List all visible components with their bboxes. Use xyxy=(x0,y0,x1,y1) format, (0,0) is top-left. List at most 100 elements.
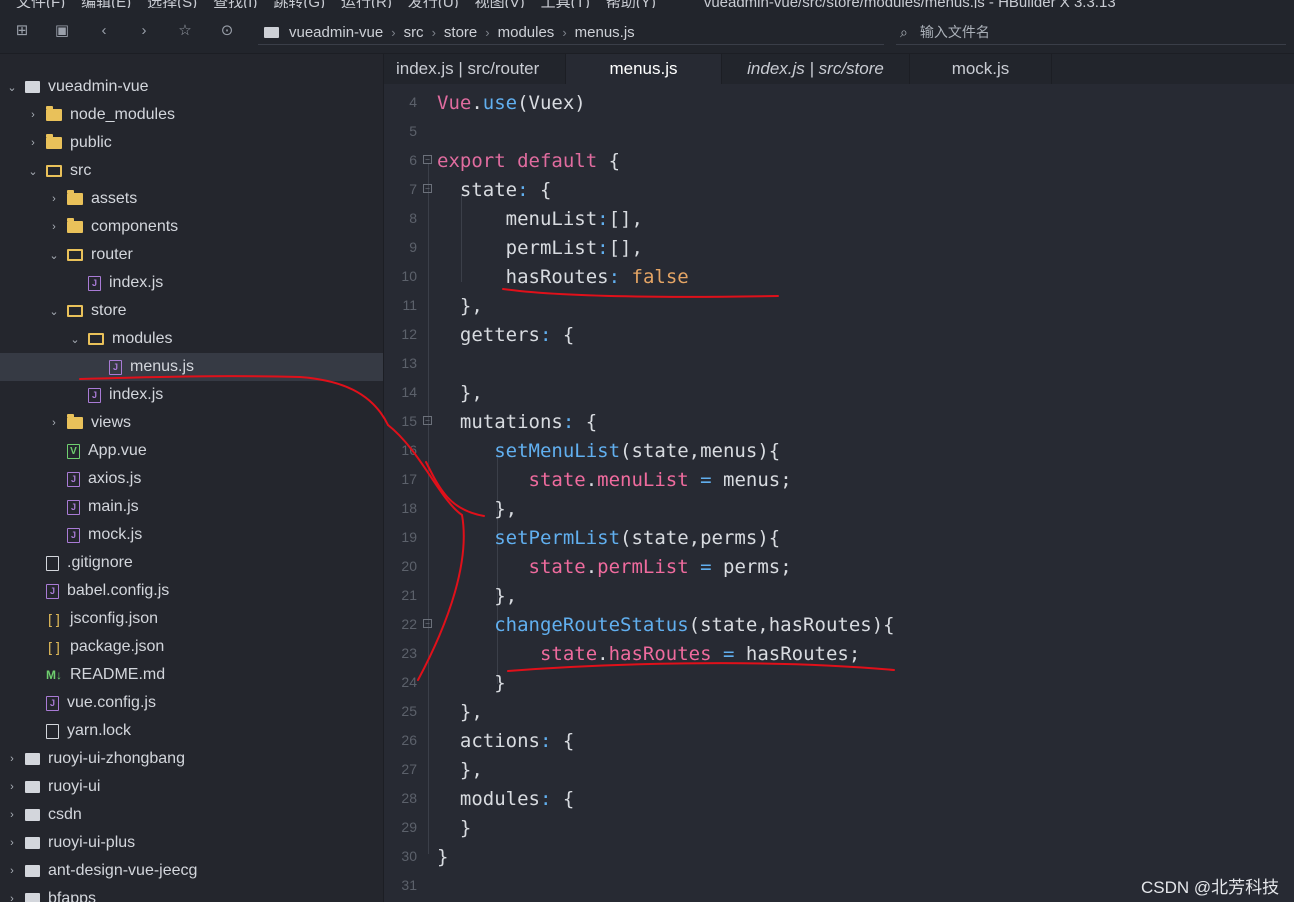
code-token: mutations xyxy=(437,411,563,433)
code-token: : xyxy=(562,411,575,433)
new-file-icon[interactable]: ⊞ xyxy=(12,21,32,41)
menu-item[interactable]: 跳转(G) xyxy=(273,0,325,8)
menu-item[interactable]: 运行(R) xyxy=(341,0,392,8)
tree-item[interactable]: › csdn xyxy=(0,801,381,829)
code-token: permList xyxy=(597,556,689,578)
fold-toggle-icon[interactable]: − xyxy=(423,416,432,425)
line-number: 12 xyxy=(401,326,417,342)
menu-item[interactable]: 编辑(E) xyxy=(81,0,131,8)
menu-item[interactable]: 工具(T) xyxy=(541,0,590,8)
tree-item[interactable]: ⌄ vueadmin-vue xyxy=(0,73,381,101)
breadcrumb-item[interactable]: store xyxy=(444,24,477,41)
file-search-input[interactable]: ⌕ 输入文件名 xyxy=(896,20,1286,45)
editor-tab[interactable]: index.js | src/router xyxy=(384,54,566,84)
forward-icon[interactable]: › xyxy=(134,21,154,41)
tree-item[interactable]: yarn.lock xyxy=(0,717,383,745)
tree-item[interactable]: › views xyxy=(0,409,383,437)
folder-icon xyxy=(46,134,62,149)
menu-item[interactable]: 查找(I) xyxy=(213,0,257,8)
chevron-down-icon[interactable]: ⌄ xyxy=(5,81,19,94)
chevron-right-icon[interactable]: › xyxy=(5,865,19,877)
tree-item[interactable]: ⌄ router xyxy=(0,241,383,269)
line-number: 15 xyxy=(401,413,417,429)
tree-item[interactable]: [ ] jsconfig.json xyxy=(0,605,383,633)
chevron-right-icon[interactable]: › xyxy=(5,781,19,793)
tree-item[interactable]: › ruoyi-ui-plus xyxy=(0,829,381,857)
menu-item[interactable]: 文件(F) xyxy=(16,0,65,8)
code-editor[interactable]: 4 Vue.use(Vuex) 5 6− export default {7− stat… xyxy=(384,84,1294,902)
code-text: menuList:[], xyxy=(437,208,643,230)
tree-item[interactable]: Jvue.config.js xyxy=(0,689,383,717)
tree-item[interactable]: › assets xyxy=(0,185,383,213)
chevron-down-icon[interactable]: ⌄ xyxy=(26,165,40,178)
tree-item-label: assets xyxy=(91,190,138,207)
chevron-down-icon[interactable]: ⌄ xyxy=(47,305,61,318)
js-file-icon: J xyxy=(46,583,59,599)
chevron-right-icon[interactable]: › xyxy=(26,109,40,121)
menu-item[interactable]: 发行(U) xyxy=(408,0,459,8)
tree-item-label: README.md xyxy=(70,666,166,683)
tree-item[interactable]: › public xyxy=(0,129,383,157)
breadcrumb-item[interactable]: modules xyxy=(498,24,555,41)
breadcrumb-item[interactable]: src xyxy=(404,24,424,41)
tree-item[interactable]: › ant-design-vue-jeecg xyxy=(0,857,381,885)
tree-item[interactable]: Jbabel.config.js xyxy=(0,577,383,605)
folder-open-icon xyxy=(46,165,62,177)
tree-item[interactable]: M↓ README.md xyxy=(0,661,383,689)
tree-item[interactable]: › components xyxy=(0,213,383,241)
tree-item[interactable]: Jmock.js xyxy=(0,521,383,549)
tree-item[interactable]: Jmenus.js xyxy=(0,353,383,381)
tree-item[interactable]: ⌄ src xyxy=(0,157,383,185)
tree-item-label: node_modules xyxy=(70,106,175,123)
tree-item[interactable]: V App.vue xyxy=(0,437,383,465)
line-number: 19 xyxy=(401,529,417,545)
chevron-right-icon[interactable]: › xyxy=(5,753,19,765)
chevron-right-icon[interactable]: › xyxy=(47,417,61,429)
chevron-right-icon[interactable]: › xyxy=(5,809,19,821)
star-icon[interactable]: ☆ xyxy=(175,21,195,41)
chevron-right-icon[interactable]: › xyxy=(5,893,19,902)
code-token: menuList xyxy=(597,469,689,491)
project-explorer: ⌄ vueadmin-vue › node_modules › public ⌄ src › as… xyxy=(0,54,384,902)
run-icon[interactable]: ⊙ xyxy=(217,21,237,41)
tree-item[interactable]: [ ] package.json xyxy=(0,633,383,661)
tree-item[interactable]: Jindex.js xyxy=(0,381,383,409)
fold-toggle-icon[interactable]: − xyxy=(423,155,432,164)
menu-item[interactable]: 帮助(Y) xyxy=(606,0,656,8)
tree-item[interactable]: › ruoyi-ui xyxy=(0,773,381,801)
tree-item[interactable]: .gitignore xyxy=(0,549,383,577)
code-line: 24 } xyxy=(384,668,1294,697)
editor-tab[interactable]: index.js | src/store xyxy=(722,54,910,84)
fold-toggle-icon[interactable]: − xyxy=(423,184,432,193)
folder-icon xyxy=(67,190,83,205)
menu-item[interactable]: 视图(V) xyxy=(475,0,525,8)
tree-item[interactable]: ⌄ store xyxy=(0,297,383,325)
save-icon[interactable]: ▣ xyxy=(52,21,72,41)
menu-item[interactable]: 选择(S) xyxy=(147,0,197,8)
tree-item[interactable]: ⌄ modules xyxy=(0,325,383,353)
chevron-down-icon[interactable]: ⌄ xyxy=(68,333,82,346)
fold-toggle-icon[interactable]: − xyxy=(423,619,432,628)
back-icon[interactable]: ‹ xyxy=(94,21,114,41)
chevron-right-icon[interactable]: › xyxy=(47,221,61,233)
breadcrumb-item[interactable]: vueadmin-vue xyxy=(289,24,383,41)
chevron-right-icon[interactable]: › xyxy=(47,193,61,205)
tree-item[interactable]: Jmain.js xyxy=(0,493,383,521)
tree-item[interactable]: › ruoyi-ui-zhongbang xyxy=(0,745,381,773)
chevron-down-icon[interactable]: ⌄ xyxy=(47,249,61,262)
editor-tab[interactable]: menus.js xyxy=(566,54,722,84)
code-token: = xyxy=(700,469,712,491)
line-number: 29 xyxy=(401,819,417,835)
chevron-right-icon[interactable]: › xyxy=(5,837,19,849)
code-line: 10 hasRoutes: false xyxy=(384,262,1294,291)
tree-item[interactable]: › node_modules xyxy=(0,101,383,129)
breadcrumb-item[interactable]: menus.js xyxy=(575,24,635,41)
chevron-right-icon[interactable]: › xyxy=(26,137,40,149)
tree-item[interactable]: › bfapps xyxy=(0,885,381,902)
editor-tab[interactable]: mock.js xyxy=(910,54,1052,84)
tree-item[interactable]: Jindex.js xyxy=(0,269,383,297)
tree-item[interactable]: Jaxios.js xyxy=(0,465,383,493)
text-file-icon xyxy=(46,555,59,571)
code-text: state: { xyxy=(437,179,552,201)
